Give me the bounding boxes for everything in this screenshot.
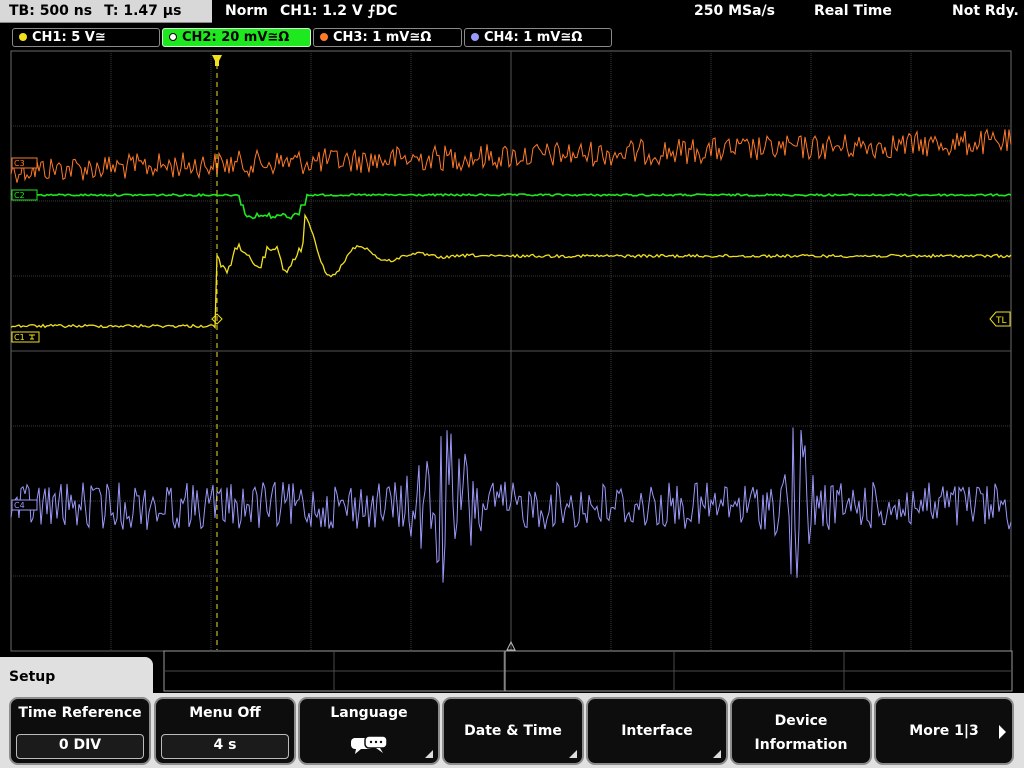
- trigger-level-label: TL: [995, 316, 1007, 326]
- trigger-status: Not Rdy.: [952, 3, 1019, 19]
- menu-title-tab: Setup: [0, 657, 153, 697]
- time-reference-value: 0 DIV: [16, 734, 144, 759]
- ch3-color-dot: [320, 33, 328, 41]
- language-softkey[interactable]: Language: [298, 697, 440, 765]
- ch4-marker-label: C4: [14, 501, 25, 510]
- channel-tab-ch3[interactable]: CH3: 1 mV≅Ω: [313, 28, 462, 47]
- acquisition-mode: Real Time: [814, 3, 892, 19]
- menu-off-value: 4 s: [161, 734, 289, 759]
- softkey-label: Time Reference: [18, 705, 142, 721]
- ch2-ground-marker[interactable]: C2: [11, 189, 38, 201]
- submenu-indicator-icon: [425, 750, 433, 758]
- ch3-ground-marker[interactable]: C3: [11, 157, 38, 169]
- trigger-source[interactable]: CH1: 1.2 V ⨍DC: [280, 0, 397, 23]
- trigger-mode[interactable]: Norm: [225, 0, 268, 23]
- channel-label: CH2: 20 mV≅Ω: [182, 30, 290, 45]
- sample-rate: 250 MSa/s: [694, 3, 776, 19]
- status-bar: Norm CH1: 1.2 V ⨍DC 250 MSa/s Real Time …: [216, 0, 1024, 23]
- device-information-softkey[interactable]: Device Information: [730, 697, 872, 765]
- menu-title: Setup: [9, 669, 56, 685]
- submenu-indicator-icon: [569, 750, 577, 758]
- softkey-label: More 1|3: [909, 723, 979, 739]
- time-reference-softkey[interactable]: Time Reference 0 DIV: [9, 697, 151, 765]
- interface-softkey[interactable]: Interface: [586, 697, 728, 765]
- submenu-indicator-icon: [713, 750, 721, 758]
- graticule: [10, 50, 1012, 652]
- scope-screen: C3 C2 C1 C4 TL: [10, 50, 1013, 692]
- ch4-color-dot: [471, 33, 479, 41]
- ch2-marker-label: C2: [14, 191, 25, 200]
- channel-label: CH4: 1 mV≅Ω: [484, 30, 583, 45]
- ch2-color-dot: [169, 33, 177, 41]
- softkey-label-line2: Information: [754, 737, 848, 753]
- next-page-arrow-icon: [999, 725, 1006, 739]
- more-softkey[interactable]: More 1|3: [874, 697, 1014, 765]
- ch1-color-dot: [19, 33, 27, 41]
- softkey-label-line1: Device: [774, 713, 828, 729]
- channel-tab-ch1[interactable]: CH1: 5 V≅: [12, 28, 160, 47]
- channel-tab-ch2[interactable]: CH2: 20 mV≅Ω: [162, 28, 311, 47]
- ch3-marker-label: C3: [14, 159, 25, 168]
- date-time-softkey[interactable]: Date & Time: [442, 697, 584, 765]
- softkey-label: Interface: [621, 723, 693, 739]
- ch1-ground-marker[interactable]: C1: [11, 331, 40, 343]
- timebase-box[interactable]: TB: 500 ns T: 1.47 µs: [0, 0, 212, 23]
- softkey-label: Menu Off: [189, 705, 261, 721]
- ch4-ground-marker[interactable]: C4: [11, 499, 38, 511]
- softkey-label: Date & Time: [464, 723, 562, 739]
- channel-label: CH1: 5 V≅: [32, 30, 106, 45]
- ch1-marker-label: C1: [14, 333, 25, 342]
- speech-bubbles-icon: [351, 735, 388, 754]
- channel-tab-ch4[interactable]: CH4: 1 mV≅Ω: [464, 28, 612, 47]
- timebase-value: TB: 500 ns: [9, 3, 93, 19]
- softkey-label: Language: [330, 705, 408, 721]
- channel-label: CH3: 1 mV≅Ω: [333, 30, 432, 45]
- menu-off-softkey[interactable]: Menu Off 4 s: [154, 697, 296, 765]
- zoom-area: [163, 650, 1013, 692]
- trigger-time-value: T: 1.47 µs: [104, 3, 182, 19]
